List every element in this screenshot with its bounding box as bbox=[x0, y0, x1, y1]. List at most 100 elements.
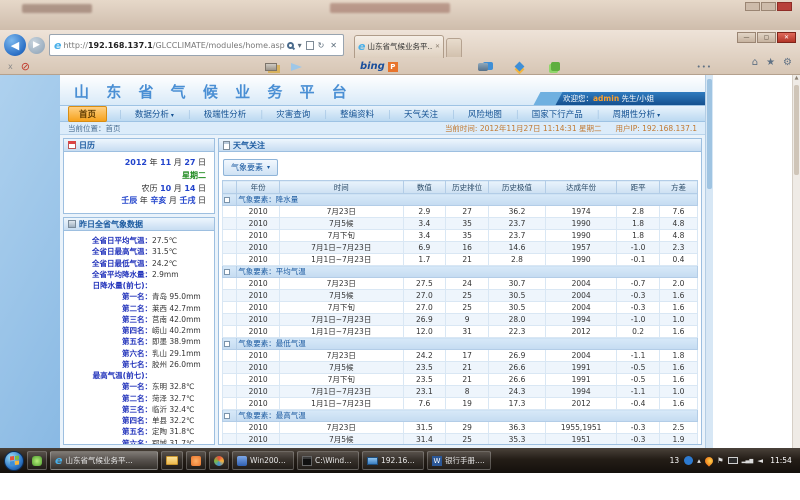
row-checkbox-cell bbox=[223, 206, 237, 218]
forward-button[interactable]: ▶ bbox=[28, 37, 45, 54]
table-row: 20107月5候23.52126.61991-0.51.6 bbox=[223, 362, 698, 374]
system-tray: 13 ▴⚑▂▄▆◄ 11:54 bbox=[670, 456, 796, 465]
table-cell: 1991 bbox=[546, 374, 617, 386]
volume-icon[interactable]: ◄ bbox=[757, 456, 763, 465]
flame-icon[interactable] bbox=[703, 455, 714, 466]
group-checkbox[interactable] bbox=[224, 413, 230, 419]
group-checkbox[interactable] bbox=[224, 341, 230, 347]
table-cell: 1990 bbox=[546, 230, 617, 242]
page-scrollbar[interactable] bbox=[705, 75, 713, 448]
sparkle-icon[interactable] bbox=[514, 62, 524, 72]
rank-item: 第二名：菏泽 32.7℃ bbox=[66, 393, 212, 404]
ime-badge-icon[interactable] bbox=[684, 456, 693, 465]
row-checkbox-cell bbox=[223, 314, 237, 326]
table-cell: 2.9 bbox=[403, 206, 446, 218]
table-row: 20101月1日~7月23日7.61917.32012-0.41.6 bbox=[223, 398, 698, 410]
browser-tab[interactable]: 山东省气候业务平... ✕ bbox=[354, 35, 444, 58]
table-cell: 23.7 bbox=[489, 218, 546, 230]
stop-icon[interactable]: ✕ bbox=[328, 41, 339, 50]
group-checkbox[interactable] bbox=[224, 269, 230, 275]
window-minimize-button[interactable]: — bbox=[737, 32, 756, 43]
taskbar-button[interactable] bbox=[161, 451, 183, 470]
browser-scrollbar[interactable]: ▲ bbox=[792, 75, 800, 448]
weather-watch-header: 天气关注 bbox=[219, 139, 701, 152]
nav-item-3[interactable]: 极端性分析 bbox=[181, 108, 253, 120]
home-icon[interactable]: ⌂ bbox=[752, 57, 758, 68]
nav-item-2[interactable]: 数据分析▾ bbox=[112, 108, 181, 120]
toolbar-close-icon[interactable]: x bbox=[8, 62, 13, 71]
table-cell: -1.0 bbox=[617, 314, 660, 326]
nav-item-5[interactable]: 整编资料 bbox=[317, 108, 381, 120]
community-icon[interactable] bbox=[551, 62, 560, 71]
refresh-icon[interactable]: ↻ bbox=[316, 41, 327, 50]
bing-rewards-icon[interactable]: P bbox=[388, 62, 398, 72]
taskbar-button[interactable]: Win2008 (VS2... bbox=[232, 451, 294, 470]
table-cell: 7月1日~7月23日 bbox=[280, 386, 404, 398]
current-time: 当前时间: 2012年11月27日 11:14:31 星期二 bbox=[445, 123, 602, 134]
calendar-token: 日 bbox=[195, 158, 206, 167]
nav-item-label: 灾害查询 bbox=[276, 110, 310, 120]
tab-close-icon[interactable]: ✕ bbox=[435, 43, 440, 50]
table-cell: 21 bbox=[446, 254, 489, 266]
window-restore-button[interactable]: ▢ bbox=[757, 32, 776, 43]
table-cell: 1.8 bbox=[617, 218, 660, 230]
rank-label: 第一名： bbox=[66, 381, 152, 392]
camera-icon[interactable] bbox=[478, 63, 488, 71]
browser-scrollbar-thumb[interactable] bbox=[794, 85, 799, 175]
nav-item-label: 天气关注 bbox=[404, 110, 438, 120]
taskbar-clock[interactable]: 11:54 bbox=[768, 456, 794, 465]
rank-item: 第四名：单县 32.2℃ bbox=[66, 415, 212, 426]
nav-item-7[interactable]: 风险地图 bbox=[445, 108, 509, 120]
network-icon[interactable]: ▂▄▆ bbox=[742, 458, 754, 464]
taskbar-button[interactable] bbox=[209, 451, 229, 470]
table-row: 20107月下旬23.52126.61991-0.51.6 bbox=[223, 374, 698, 386]
window-close-button[interactable]: ✕ bbox=[777, 32, 796, 43]
table-cell: 35.3 bbox=[489, 434, 546, 445]
weather-summary-title: 昨日全省气象数据 bbox=[79, 219, 143, 230]
card-icons[interactable] bbox=[265, 63, 277, 71]
nav-item-1[interactable]: 首页 bbox=[68, 106, 107, 122]
rank-item: 第七名：胶州 26.0mm bbox=[66, 359, 212, 370]
nav-item-9[interactable]: 周期性分析▾ bbox=[590, 108, 667, 120]
element-filter-button[interactable]: 气象要素 ▾ bbox=[223, 159, 278, 176]
start-button[interactable] bbox=[4, 451, 24, 471]
send-mail-icon[interactable] bbox=[291, 63, 302, 71]
taskbar-button[interactable] bbox=[27, 451, 47, 470]
bing-logo: bing bbox=[360, 61, 385, 72]
table-row: 20107月5候31.42535.31951-0.31.9 bbox=[223, 434, 698, 445]
taskbar-button[interactable]: 银行手册.docx ... bbox=[427, 451, 491, 470]
taskbar-button[interactable]: 山东省气候业务平... bbox=[50, 451, 158, 470]
word-icon bbox=[432, 456, 442, 466]
new-tab-button[interactable] bbox=[446, 38, 462, 57]
folder-icon bbox=[166, 456, 178, 465]
table-cell: 2004 bbox=[546, 278, 617, 290]
table-cell: 27.5 bbox=[403, 278, 446, 290]
taskbar-button[interactable]: C:\Windows\s... bbox=[297, 451, 359, 470]
table-cell: 1957 bbox=[546, 242, 617, 254]
group-checkbox[interactable] bbox=[224, 197, 230, 203]
content-area: 日历 2012 年 11 月 27 日星期二农历 10 月 14 日壬辰 年 辛… bbox=[60, 135, 705, 448]
calendar-line: 壬辰 年 辛亥 月 壬戌 日 bbox=[72, 195, 206, 208]
taskbar-button[interactable] bbox=[186, 451, 206, 470]
search-icon[interactable] bbox=[287, 42, 294, 49]
address-bar[interactable]: http://192.168.137.1/GLCCLIMATE/modules/… bbox=[49, 34, 344, 56]
favorites-star-icon[interactable]: ★ bbox=[766, 57, 775, 68]
nav-item-8[interactable]: 国家下行产品 bbox=[509, 108, 590, 120]
row-checkbox-cell bbox=[223, 350, 237, 362]
bg-minimize-icon bbox=[745, 2, 760, 11]
display-icon[interactable] bbox=[728, 457, 738, 464]
scroll-up-icon[interactable]: ▲ bbox=[795, 75, 799, 81]
taskbar-button[interactable]: 192.168.59.99... bbox=[362, 451, 424, 470]
compatibility-view-icon[interactable] bbox=[306, 41, 314, 50]
search-dropdown-caret-icon[interactable]: ▾ bbox=[296, 41, 304, 50]
up-arrow-icon[interactable]: ▴ bbox=[697, 456, 701, 465]
more-options-icon[interactable]: ••• bbox=[697, 63, 712, 71]
page-scrollbar-thumb[interactable] bbox=[707, 79, 712, 189]
back-button[interactable]: ◀ bbox=[4, 34, 26, 56]
nav-item-4[interactable]: 灾害查询 bbox=[253, 108, 317, 120]
settings-gear-icon[interactable]: ⚙ bbox=[783, 57, 792, 68]
ribbon-wedge bbox=[534, 92, 563, 105]
nav-item-6[interactable]: 天气关注 bbox=[381, 108, 445, 120]
row-checkbox-cell bbox=[223, 242, 237, 254]
flag-icon[interactable]: ⚑ bbox=[717, 456, 724, 465]
